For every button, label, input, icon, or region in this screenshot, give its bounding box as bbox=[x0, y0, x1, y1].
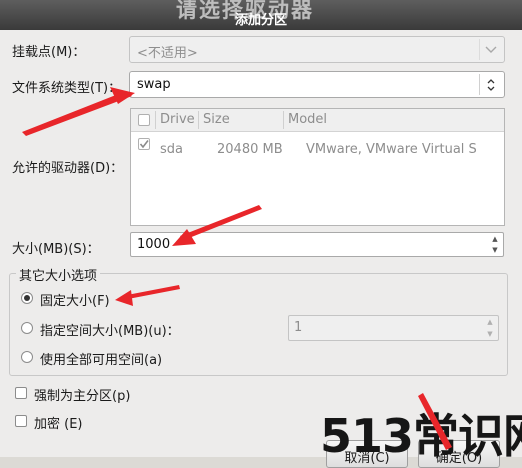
arrow-fixed-size-head-icon bbox=[115, 290, 133, 306]
arrow-size-icon bbox=[180, 205, 262, 240]
arrow-ok-icon bbox=[418, 393, 452, 450]
arrow-fixed-size-icon bbox=[127, 285, 180, 299]
annotation-arrows bbox=[22, 87, 452, 450]
